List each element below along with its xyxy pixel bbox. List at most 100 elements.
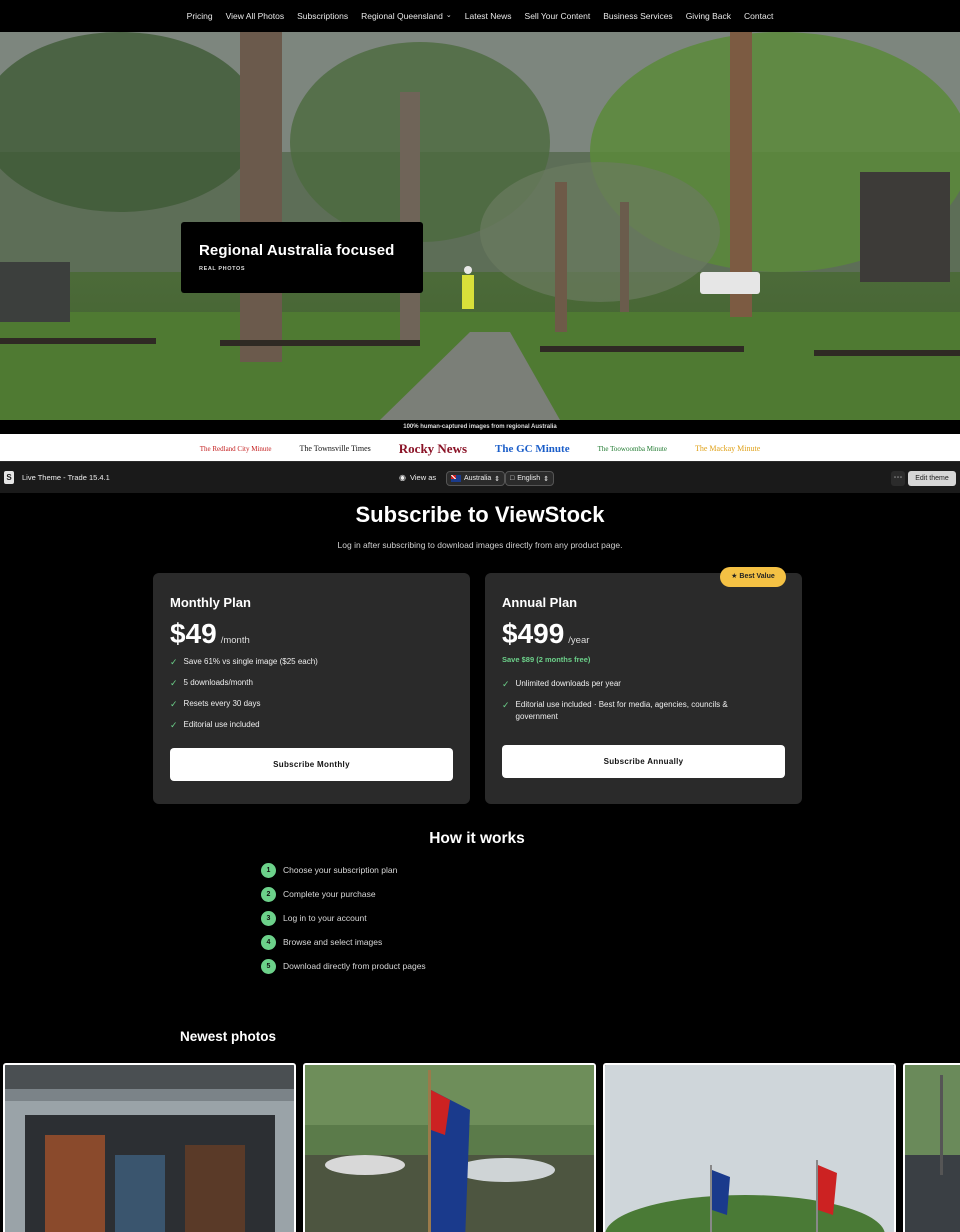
step-item: 2 Complete your purchase [261, 886, 426, 902]
plan-period: /month [220, 635, 250, 646]
logo-rocky-news[interactable]: Rocky News [399, 441, 467, 457]
feature-item: ✓ 5 downloads/month [170, 677, 453, 689]
flags-photo [605, 1065, 894, 1232]
check-icon: ✓ [502, 700, 510, 710]
crowd-photo [905, 1065, 960, 1232]
step-number: 5 [261, 958, 276, 974]
nav-item-business-services[interactable]: Business Services [603, 11, 672, 21]
feature-item: ✓ Save 61% vs single image ($25 each) [170, 656, 453, 668]
subscribe-title: Subscribe to ViewStock [355, 502, 605, 527]
annual-plan-card: Annual Plan $499 /year Save $89 (2 month… [485, 573, 802, 804]
logo-redland-city-minute[interactable]: The Redland City Minute [200, 445, 272, 453]
view-as: ◉ View as [399, 473, 436, 482]
feature-text: Editorial use included · Best for media,… [515, 700, 728, 721]
language-value: English [517, 475, 541, 482]
feature-text: Resets every 30 days [183, 699, 261, 708]
country-value: Australia [464, 475, 492, 482]
step-item: 5 Download directly from product pages [261, 958, 426, 974]
nav-item-label: Regional Queensland [361, 11, 443, 21]
edit-theme-button[interactable]: Edit theme [908, 471, 956, 486]
step-number: 1 [261, 862, 276, 878]
step-text: Complete your purchase [283, 889, 376, 899]
nav-item-subscriptions[interactable]: Subscriptions [297, 11, 348, 21]
warehouse-photo [5, 1065, 294, 1232]
hero-caption: 100% human-captured images from regional… [0, 420, 960, 434]
shopify-icon: S [4, 471, 14, 484]
step-item: 1 Choose your subscription plan [261, 862, 426, 878]
subscribe-annually-button[interactable]: Subscribe Annually [502, 745, 785, 778]
nav-item-regional-queensland[interactable]: Regional Queensland ⌄ [361, 11, 452, 21]
logo-gc-minute[interactable]: The GC Minute [495, 443, 570, 455]
nav-item-latest-news[interactable]: Latest News [465, 11, 512, 21]
subscribe-description: Log in after subscribing to download ima… [337, 540, 623, 550]
hero-subtitle: REAL PHOTOS [199, 266, 246, 272]
nav-item-view-all-photos[interactable]: View All Photos [226, 11, 284, 21]
plan-price: $499 [502, 618, 565, 649]
hero-title: Regional Australia focused [199, 242, 395, 259]
translate-icon: □ [510, 475, 515, 482]
feature-text: Save 61% vs single image ($25 each) [183, 657, 318, 666]
theme-label: Live Theme - Trade 15.4.1 [22, 473, 110, 482]
plan-period: /year [568, 635, 590, 646]
feature-item: ✓ Editorial use included [170, 719, 453, 731]
eye-icon: ◉ [399, 473, 406, 482]
step-text: Browse and select images [283, 937, 383, 947]
step-item: 3 Log in to your account [261, 910, 426, 926]
feature-item: ✓ Editorial use included · Best for media… [502, 699, 785, 723]
nav-item-giving-back[interactable]: Giving Back [686, 11, 731, 21]
feature-text: Editorial use included [183, 720, 260, 729]
chevron-down-icon: ⌄ [445, 12, 452, 19]
plan-name: Annual Plan [502, 595, 578, 610]
step-number: 4 [261, 934, 276, 950]
check-icon: ✓ [502, 679, 510, 689]
logo-toowoomba-minute[interactable]: The Toowoomba Minute [598, 445, 667, 453]
how-it-works-title: How it works [429, 830, 525, 847]
nav-item-sell-your-content[interactable]: Sell Your Content [525, 11, 591, 21]
language-selector[interactable]: □ English ⇕ [505, 471, 555, 486]
feature-text: 5 downloads/month [183, 678, 253, 687]
australia-flag-icon [451, 475, 461, 482]
parade-photo [305, 1065, 594, 1232]
plan-name: Monthly Plan [170, 595, 251, 610]
check-icon: ✓ [170, 678, 178, 688]
feature-item: ✓ Unlimited downloads per year [502, 678, 785, 690]
photo-thumbnail[interactable] [303, 1063, 596, 1232]
step-number: 2 [261, 886, 276, 902]
step-text: Download directly from product pages [283, 961, 426, 971]
logo-mackay-minute[interactable]: The Mackay Minute [695, 444, 760, 453]
publication-logos: The Redland City Minute The Townsville T… [0, 434, 960, 461]
monthly-plan-card: Monthly Plan $49 /month ✓ Save 61% vs sin… [153, 573, 470, 804]
check-icon: ✓ [170, 720, 178, 730]
feature-item: ✓ Resets every 30 days [170, 698, 453, 710]
photo-thumbnail[interactable] [903, 1063, 960, 1232]
hero-card: Regional Australia focused REAL PHOTOS [181, 222, 423, 293]
check-icon: ✓ [170, 657, 178, 667]
view-as-label: View as [409, 473, 437, 482]
subscribe-monthly-button[interactable]: Subscribe Monthly [170, 748, 453, 781]
step-item: 4 Browse and select images [261, 934, 426, 950]
feature-list: ✓ Unlimited downloads per year ✓ Editorial… [502, 678, 785, 723]
price-row: $49 /month [170, 618, 453, 650]
photo-thumbnail[interactable] [3, 1063, 296, 1232]
steps-list: 1 Choose your subscription plan 2 Complete… [261, 862, 426, 982]
price-row: $499 /year [502, 618, 785, 650]
chevron-updown-icon: ⇕ [543, 475, 550, 483]
hero-banner: Regional Australia focused REAL PHOTOS [0, 32, 960, 420]
photo-thumbnail[interactable] [603, 1063, 896, 1232]
check-icon: ✓ [170, 699, 178, 709]
hero-image [0, 32, 960, 420]
logo-townsville-times[interactable]: The Townsville Times [299, 444, 370, 453]
newest-photos-title: Newest photos [180, 1029, 277, 1044]
chevron-updown-icon: ⇕ [494, 475, 501, 483]
ellipsis-icon[interactable]: ⋯ [891, 471, 905, 486]
nav-item-contact[interactable]: Contact [744, 11, 773, 21]
theme-preview-bar: S Live Theme - Trade 15.4.1 ◉ View as Au… [0, 461, 960, 493]
savings-note: Save $89 (2 months free) [502, 655, 591, 664]
step-text: Choose your subscription plan [283, 865, 398, 875]
nav-item-pricing[interactable]: Pricing [187, 11, 213, 21]
step-number: 3 [261, 910, 276, 926]
step-text: Log in to your account [283, 913, 367, 923]
country-selector[interactable]: Australia ⇕ [446, 471, 506, 486]
feature-text: Unlimited downloads per year [515, 679, 621, 688]
plan-price: $49 [170, 618, 217, 649]
